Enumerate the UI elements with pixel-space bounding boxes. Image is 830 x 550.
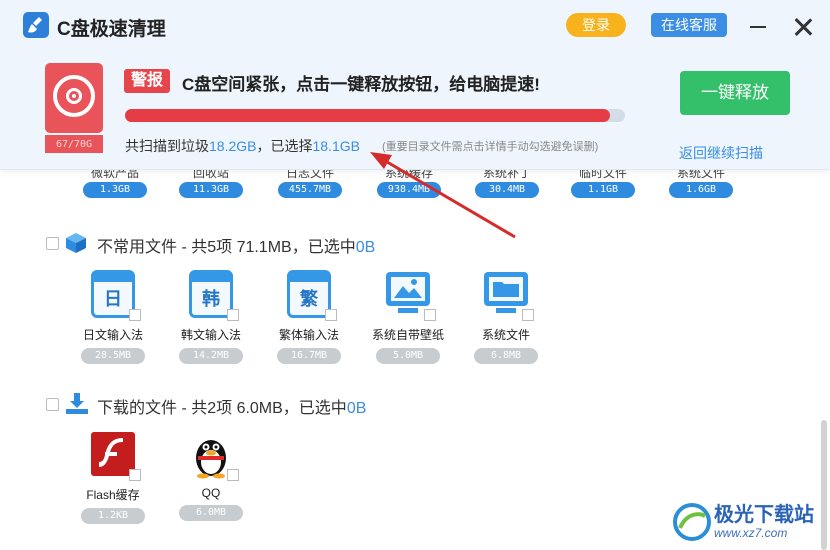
section-uncommon-title: 不常用文件 - 共5项 71.1MB，已选中0B — [97, 233, 375, 257]
close-button[interactable] — [793, 17, 813, 37]
file-item[interactable]: 日 日文输入法 28.5MB — [71, 270, 155, 364]
one-click-release-button[interactable]: 一键释放 — [680, 71, 790, 115]
download-icon — [65, 393, 88, 415]
annotation-arrow — [370, 152, 516, 239]
alert-badge: 警报 — [124, 69, 170, 93]
item-checkbox[interactable] — [424, 309, 436, 321]
size-pill: 1.2KB — [81, 508, 145, 524]
size-pill: 14.2MB — [179, 348, 243, 364]
file-name: Flash缓存 — [86, 488, 140, 502]
site-watermark: 极光下载站 www.xz7.com — [670, 494, 830, 550]
title-bar: C盘极速清理 登录 在线客服 — [0, 0, 830, 52]
traditional-ime-glyph: 繁 — [300, 289, 318, 309]
size-pill: 5.0MB — [376, 348, 440, 364]
flash-icon — [89, 430, 141, 481]
size-pill: 1.1GB — [571, 182, 635, 198]
partial-item-label: 微软产品 — [90, 170, 139, 180]
file-item[interactable]: Flash缓存 1.2KB — [71, 430, 155, 524]
scan-mid: ，已选择 — [256, 138, 313, 154]
size-pill: 1.6GB — [669, 182, 733, 198]
scan-prefix: 共扫描到垃圾 — [125, 138, 209, 154]
scanned-size: 18.2GB — [209, 138, 257, 154]
size-pill: 455.7MB — [278, 182, 342, 198]
disk-warning-icon — [45, 63, 103, 133]
korean-ime-glyph: 韩 — [202, 289, 220, 309]
korean-ime-icon: 韩 — [187, 270, 239, 321]
selected-size: 18.1GB — [312, 138, 360, 154]
file-item[interactable]: 系统自带壁纸 5.0MB — [366, 270, 450, 364]
partial-item-label: 回收站 — [192, 170, 229, 180]
file-name: 系统文件 — [481, 328, 530, 342]
size-pill: 28.5MB — [81, 348, 145, 364]
partial-item-label: 临时文件 — [578, 170, 627, 180]
item-checkbox[interactable] — [227, 309, 239, 321]
japanese-ime-glyph: 日 — [104, 289, 122, 309]
size-pill: 6.8MB — [474, 348, 538, 364]
section-downloads: 下载的文件 - 共2项 6.0MB，已选中0B — [0, 393, 600, 417]
size-pill: 11.3GB — [179, 182, 243, 198]
item-checkbox[interactable] — [129, 469, 141, 481]
app-title: C盘极速清理 — [57, 19, 166, 40]
monitor-folder-icon — [482, 270, 534, 321]
back-to-scan-link[interactable]: 返回继续扫描 — [679, 143, 763, 163]
online-service-button[interactable]: 在线客服 — [651, 13, 727, 37]
japanese-ime-icon: 日 — [89, 270, 141, 321]
disk-usage-progress — [125, 109, 625, 122]
file-item[interactable]: 韩 韩文输入法 14.2MB — [169, 270, 253, 364]
file-name: 系统自带壁纸 — [371, 328, 444, 342]
file-name: QQ — [201, 486, 221, 500]
section-uncommon-summary: 不常用文件 - 共5项 71.1MB，已选中 — [97, 239, 356, 256]
minimize-button[interactable] — [750, 26, 766, 28]
cube-icon — [65, 232, 87, 254]
section-downloads-checkbox[interactable] — [46, 398, 59, 411]
file-name: 韩文输入法 — [180, 328, 241, 342]
section-downloads-summary: 下载的文件 - 共2项 6.0MB，已选中 — [97, 400, 347, 417]
watermark-url: www.xz7.com — [714, 526, 788, 540]
size-pill: 16.7MB — [277, 348, 341, 364]
aurora-logo-icon — [673, 503, 711, 541]
partial-item-label: 日志文件 — [285, 170, 334, 180]
file-item[interactable]: 繁 繁体输入法 16.7MB — [267, 270, 351, 364]
traditional-ime-icon: 繁 — [285, 270, 337, 321]
disk-usage-progress-fill — [125, 109, 610, 122]
disk-usage-label: 67/70G — [45, 135, 103, 153]
size-pill: 6.0MB — [179, 505, 243, 521]
alert-message: C盘空间紧张，点击一键释放按钮，给电脑提速! — [182, 75, 540, 94]
section-downloads-selected: 0B — [346, 400, 367, 417]
section-uncommon-checkbox[interactable] — [46, 237, 59, 250]
section-downloads-title: 下载的文件 - 共2项 6.0MB，已选中0B — [97, 394, 366, 418]
file-name: 日文输入法 — [82, 328, 143, 342]
file-item[interactable]: QQ 6.0MB — [169, 430, 253, 521]
watermark-name: 极光下载站 — [714, 504, 814, 526]
item-checkbox[interactable] — [129, 309, 141, 321]
login-button[interactable]: 登录 — [566, 13, 626, 37]
partial-item-label: 系统文件 — [676, 170, 725, 180]
qq-penguin-icon — [187, 430, 239, 481]
size-pill: 1.3GB — [83, 182, 147, 198]
item-checkbox[interactable] — [227, 469, 239, 481]
scan-summary: 共扫描到垃圾18.2GB，已选择18.1GB — [125, 136, 360, 156]
item-checkbox[interactable] — [325, 309, 337, 321]
broom-icon — [23, 12, 49, 38]
file-item[interactable]: 系统文件 6.8MB — [464, 270, 548, 364]
monitor-wallpaper-icon — [384, 270, 436, 321]
item-checkbox[interactable] — [522, 309, 534, 321]
file-name: 繁体输入法 — [278, 328, 339, 342]
